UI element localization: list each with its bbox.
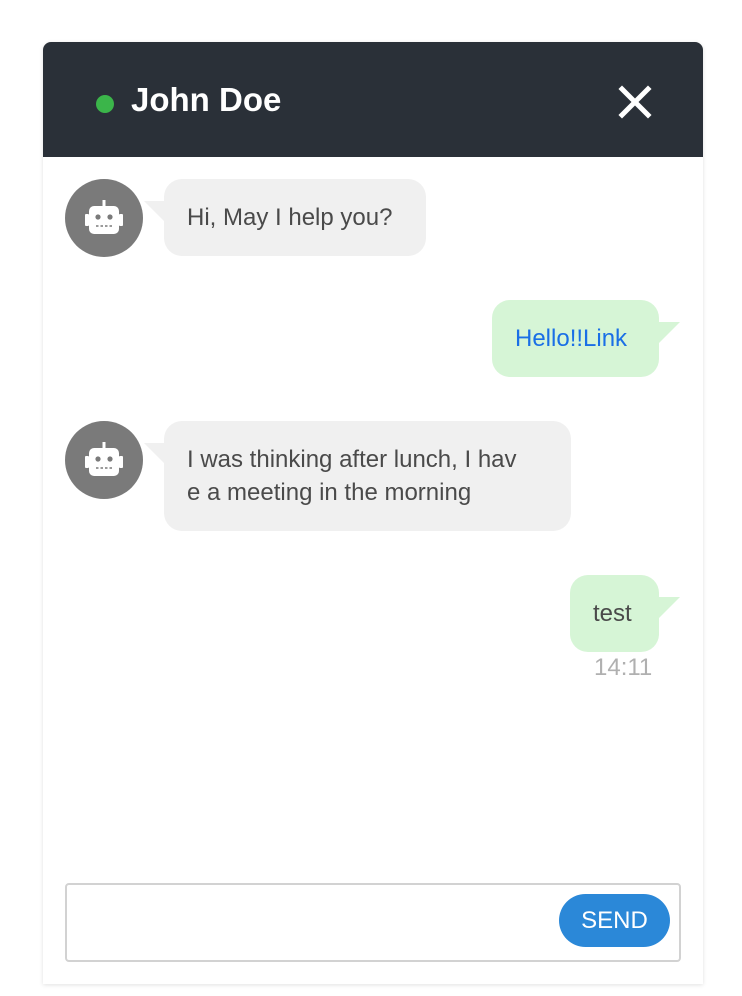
incoming-message: Hi, May I help you?	[164, 179, 426, 256]
message-text: Hi, May I help you?	[187, 204, 393, 231]
outgoing-message: test	[570, 575, 659, 652]
bubble-tail	[144, 443, 166, 465]
message-link[interactable]: Hello!!Link	[515, 325, 627, 352]
robot-icon	[85, 200, 123, 234]
message-input[interactable]	[77, 895, 547, 950]
chat-widget: John Doe Hi, May I help you? Hello!!Link…	[43, 42, 703, 984]
robot-icon	[85, 442, 123, 476]
close-icon	[618, 85, 652, 119]
online-status-dot	[96, 95, 114, 113]
bubble-tail	[144, 201, 166, 223]
message-text: test	[593, 600, 632, 627]
message-text-line: I was thinking after lunch, I hav	[187, 446, 517, 473]
bubble-tail	[658, 322, 680, 344]
bot-avatar	[65, 179, 143, 257]
message-text-line: e a meeting in the morning	[187, 479, 472, 506]
bot-avatar	[65, 421, 143, 499]
outgoing-message: Hello!!Link	[492, 300, 659, 377]
message-timestamp: 14:11	[594, 654, 653, 681]
contact-name: John Doe	[131, 81, 282, 118]
bubble-tail	[658, 597, 680, 619]
send-button[interactable]: SEND	[559, 894, 670, 947]
close-button[interactable]	[615, 82, 655, 122]
chat-header: John Doe	[43, 42, 703, 157]
incoming-message: I was thinking after lunch, I hav e a me…	[164, 421, 571, 531]
message-composer: SEND	[65, 883, 681, 962]
